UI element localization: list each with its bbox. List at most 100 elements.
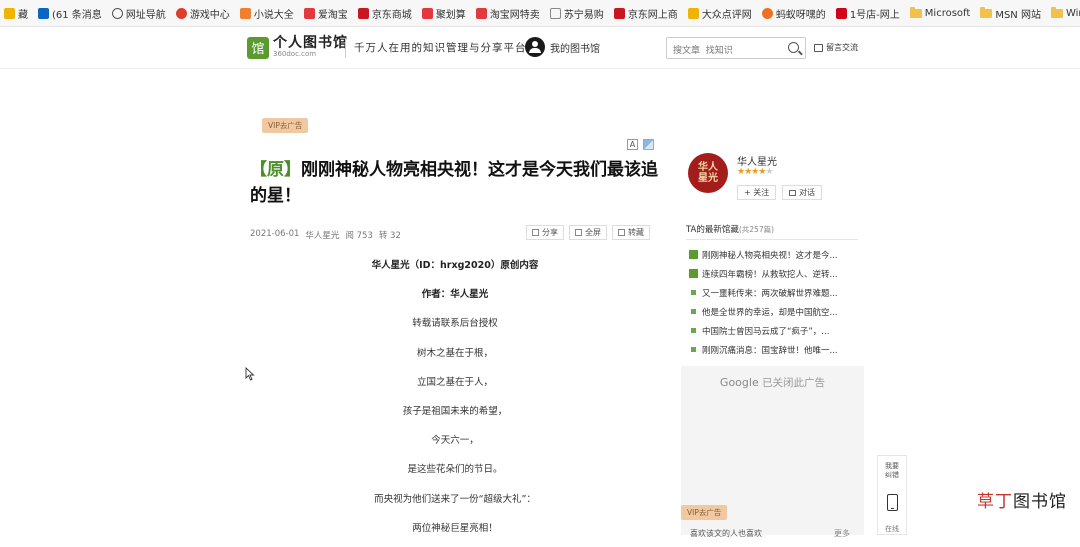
floating-toolbar: 我要纠错 在线 [877,455,907,535]
bookmark-item[interactable]: 网址导航 [108,0,172,26]
bullet-icon [691,328,696,333]
bookmark-item[interactable]: (61 条消息 [34,0,108,26]
theme-color-icon[interactable] [643,139,654,150]
bookmark-item[interactable]: 爱淘宝 [300,0,354,26]
watermark-black-text: 图书馆 [1013,492,1067,512]
article-paragraph: 华人星光（ID：hrxg2020）原创内容 [371,260,539,271]
bookmark-item[interactable]: Microsoft [906,0,977,26]
article-actions: 分享 全屏 转藏 [526,225,650,240]
sidebar-vip-remove-ads-button[interactable]: VIP去广告 [681,505,728,520]
bookmark-item[interactable]: 游戏中心 [172,0,236,26]
bookmark-item[interactable]: Windov [1047,0,1080,26]
taobao-icon [421,7,433,19]
search-box[interactable] [666,37,806,61]
latest-item[interactable]: 又一噩耗传来：两次破解世界难题... [689,283,849,302]
bullet-icon [691,347,696,352]
chat-icon [789,189,796,196]
article-paragraph: 树木之基在于根， [416,347,493,359]
follow-button[interactable]: + 关注 [737,185,777,200]
bookmark-label: 1号店-网上 [849,9,900,21]
bookmark-item[interactable]: 小说大全 [236,0,300,26]
article-paragraph: 而央视为他们送来了一份“超级大礼”： [374,493,536,505]
latest-item[interactable]: 连续四年霸榜！从救软挖人、逆转... [689,264,849,283]
bookmark-item[interactable]: 淘宝网特卖 [472,0,546,26]
bookmark-item[interactable]: 聚划算 [418,0,472,26]
dianping-icon [687,7,699,19]
latest-item-title: 中国院士曾因马云成了“疯子”，... [702,326,830,337]
globe-icon [111,7,123,19]
share-label: 分享 [542,228,558,237]
logo-icon: 馆 [247,36,269,59]
bookmark-item[interactable]: 蚂蚁呀嘿的 [758,0,832,26]
shop-icon [835,7,847,19]
bookmark-label: 苏宁易购 [563,9,604,21]
search-input[interactable] [667,41,777,61]
chat-label: 对话 [799,188,815,197]
bookmark-label: 淘宝网特卖 [489,9,540,21]
star-icon [4,7,15,19]
report-error-button[interactable]: 我要纠错 [878,462,906,480]
latest-collections-heading: TA的最新馆藏(共257篇) [686,223,858,240]
article-author[interactable]: 华人星光 [305,229,339,241]
bookmark-label: 游戏中心 [189,9,230,21]
site-header: 馆 个人图书馆 360doc.com 千万人在用的知识管理与分享平台 我的图书馆… [0,27,1080,69]
avatar[interactable]: 华人星光 [688,153,728,193]
search-icon[interactable] [788,42,799,53]
folder-icon [1050,6,1063,18]
share-button[interactable]: 分享 [526,225,564,240]
author-name[interactable]: 华人星光 [737,153,777,168]
message-link[interactable]: 留言交流 [814,42,858,53]
original-tag: 【原】 [250,160,301,180]
bookmarks-bar: 藏 (61 条消息 网址导航 游戏中心 小说大全 爱淘宝 京东商城 聚划算 淘宝网特卖 苏宁易购 京… [0,0,1080,27]
bookmark-item[interactable]: 京东网上商 [610,0,684,26]
avatar-text: 华人星光 [698,162,718,184]
latest-item-title: 刚刚沉痛消息：国宝辞世！他唯一... [702,345,838,356]
original-badge-icon [689,250,698,259]
ad-closed-text: Google 已关闭此广告 [681,375,864,390]
vip-remove-ads-button[interactable]: VIP去广告 [262,118,309,133]
collect-button[interactable]: 转藏 [612,225,650,240]
my-library-link[interactable]: 我的图书馆 [525,37,600,57]
latest-count: (共257篇) [738,225,775,234]
chat-button[interactable]: 对话 [782,185,822,200]
latest-item[interactable]: 他是全世界的幸运，却是中国航空... [689,302,849,321]
bookmark-item[interactable]: 京东商城 [354,0,418,26]
taobao-icon [303,7,315,19]
site-logo[interactable]: 馆 个人图书馆 360doc.com [247,36,348,59]
latest-item-title: 连续四年霸榜！从救软挖人、逆转... [702,269,838,280]
logo-subtitle: 360doc.com [273,50,317,58]
article-paragraph: 两位神秘巨星亮相！ [412,522,498,534]
latest-item[interactable]: 刚刚沉痛消息：国宝辞世！他唯一... [689,340,849,359]
fullscreen-button[interactable]: 全屏 [569,225,607,240]
mouse-cursor-icon [245,366,255,381]
latest-item-title: 刚刚神秘人物亮相央视！这才是今... [702,250,838,261]
bookmark-label: Windov [1065,7,1080,19]
font-size-icon[interactable]: A [627,139,638,150]
bookmark-label: 京东网上商 [627,9,678,21]
original-badge-icon [689,269,698,278]
article-paragraph: 是这些花朵们的节日。 [407,464,503,476]
bookmark-item[interactable]: 大众点评网 [684,0,758,26]
bookmark-item[interactable]: 1号店-网上 [832,0,906,26]
recommend-more-link[interactable]: 更多 [834,528,850,539]
recommend-heading: 喜欢该文的人也喜欢 [690,529,762,538]
online-label[interactable]: 在线 [878,524,906,534]
latest-item[interactable]: 刚刚神秘人物亮相央视！这才是今... [689,245,849,264]
bookmark-label: 爱淘宝 [317,9,348,21]
bookmark-label: 京东商城 [371,9,412,21]
taobao-icon [475,7,487,19]
message-icon [814,43,823,52]
bookmark-label: 蚂蚁呀嘿的 [775,9,826,21]
bookmark-item[interactable]: MSN 网站 [976,0,1047,26]
sogou-icon [761,7,773,19]
article-paragraph: 孩子是祖国未来的希望， [402,405,508,417]
folder-icon [980,6,993,18]
bookmark-item[interactable]: 苏宁易购 [546,0,610,26]
article-paragraph: 立国之基在于人， [416,376,493,388]
mobile-icon[interactable] [887,494,898,511]
collect-icon [618,229,625,236]
latest-item[interactable]: 中国院士曾因马云成了“疯子”，... [689,321,849,340]
bookmark-item[interactable]: 藏 [0,0,34,26]
site-slogan: 千万人在用的知识管理与分享平台 [354,42,527,54]
user-icon [525,37,545,57]
